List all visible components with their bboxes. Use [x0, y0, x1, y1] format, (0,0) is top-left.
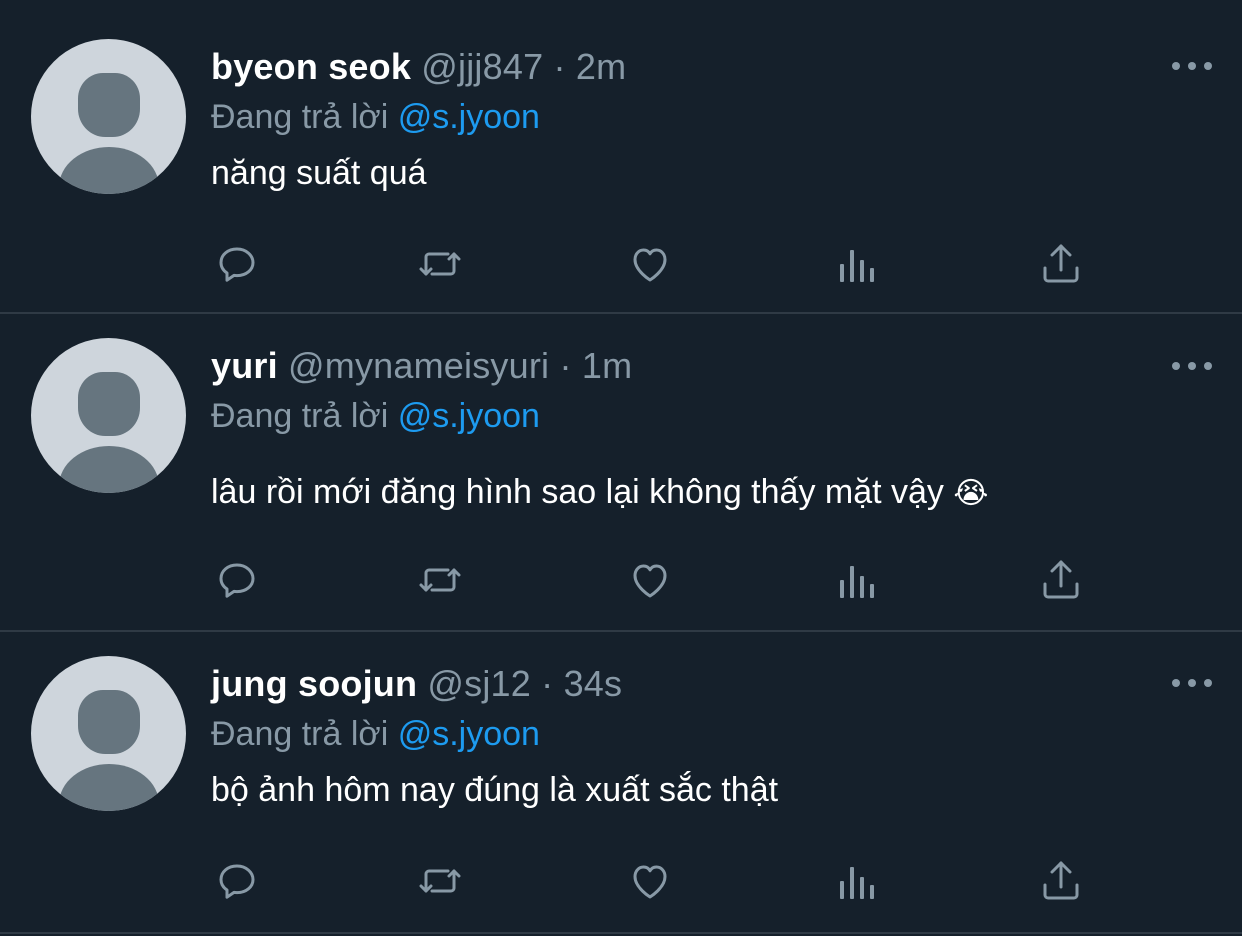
- timestamp[interactable]: 1m: [582, 345, 632, 386]
- comment-bubble-icon: [219, 563, 255, 598]
- default-avatar-icon[interactable]: [31, 39, 186, 194]
- share-button[interactable]: [1035, 555, 1087, 605]
- tweet-text: năng suất quá: [211, 154, 427, 192]
- author-name[interactable]: jung soojun: [211, 663, 417, 704]
- share-button[interactable]: [1035, 856, 1087, 906]
- retweet-button[interactable]: [414, 555, 466, 605]
- heart-icon: [633, 564, 667, 598]
- analytics-bars-icon: [840, 250, 874, 282]
- share-upload-icon: [1043, 560, 1079, 599]
- action-bar: [211, 239, 1111, 289]
- retweet-button[interactable]: [414, 239, 466, 289]
- reply-mention-link[interactable]: @s.jyoon: [398, 715, 540, 753]
- default-avatar-icon[interactable]: [31, 656, 186, 811]
- default-avatar-icon[interactable]: [31, 338, 186, 493]
- author-handle[interactable]: @sj12: [427, 663, 531, 704]
- analytics-bars-icon: [840, 867, 874, 899]
- like-button[interactable]: [624, 555, 676, 605]
- tweet-header: jung soojun @sj12 · 34s: [211, 662, 1202, 706]
- separator-dot: ·: [553, 46, 566, 87]
- views-button[interactable]: [830, 856, 882, 906]
- share-upload-icon: [1043, 861, 1079, 900]
- tweet-text: bộ ảnh hôm nay đúng là xuất sắc thật: [211, 771, 779, 809]
- views-button[interactable]: [830, 239, 882, 289]
- author-handle[interactable]: @mynameisyuri: [288, 345, 549, 386]
- share-button[interactable]: [1035, 239, 1087, 289]
- reply-feed: byeon seok @jjj847 · 2m Đang trả lời @s.…: [0, 0, 1242, 936]
- tweet-item[interactable]: jung soojun @sj12 · 34s Đang trả lời @s.…: [0, 632, 1242, 934]
- reply-button[interactable]: [211, 555, 263, 605]
- comment-bubble-icon: [219, 864, 255, 899]
- timestamp[interactable]: 2m: [576, 46, 626, 87]
- tweet-item[interactable]: yuri @mynameisyuri · 1m Đang trả lời @s.…: [0, 314, 1242, 632]
- author-name[interactable]: byeon seok: [211, 46, 411, 87]
- heart-icon: [633, 248, 667, 282]
- comment-bubble-icon: [219, 247, 255, 282]
- tweet-header: yuri @mynameisyuri · 1m: [211, 344, 1202, 388]
- tweet-text: lâu rồi mới đăng hình sao lại không thấy…: [211, 470, 1202, 516]
- crying-face-emoji: 😭: [953, 476, 989, 511]
- reply-context: Đang trả lời @s.jyoon: [211, 95, 1202, 139]
- retweet-icon: [419, 568, 461, 592]
- retweet-button[interactable]: [414, 856, 466, 906]
- reply-button[interactable]: [211, 239, 263, 289]
- retweet-icon: [419, 252, 461, 276]
- reply-prefix: Đang trả lời: [211, 98, 389, 136]
- action-bar: [211, 856, 1111, 906]
- like-button[interactable]: [624, 856, 676, 906]
- author-handle[interactable]: @jjj847: [421, 46, 543, 87]
- reply-button[interactable]: [211, 856, 263, 906]
- action-bar: [211, 555, 1111, 605]
- author-name[interactable]: yuri: [211, 345, 278, 386]
- share-upload-icon: [1043, 244, 1079, 283]
- analytics-bars-icon: [840, 566, 874, 598]
- tweet-header: byeon seok @jjj847 · 2m: [211, 45, 1202, 89]
- reply-mention-link[interactable]: @s.jyoon: [398, 397, 540, 435]
- separator-dot: ·: [541, 663, 554, 704]
- tweet-item[interactable]: byeon seok @jjj847 · 2m Đang trả lời @s.…: [0, 0, 1242, 314]
- retweet-icon: [419, 869, 461, 893]
- reply-mention-link[interactable]: @s.jyoon: [398, 98, 540, 136]
- views-button[interactable]: [830, 555, 882, 605]
- reply-context: Đang trả lời @s.jyoon: [211, 712, 1202, 756]
- reply-prefix: Đang trả lời: [211, 715, 389, 753]
- timestamp[interactable]: 34s: [564, 663, 623, 704]
- separator-dot: ·: [559, 345, 572, 386]
- reply-prefix: Đang trả lời: [211, 397, 389, 435]
- reply-context: Đang trả lời @s.jyoon: [211, 394, 1202, 438]
- heart-icon: [633, 865, 667, 899]
- like-button[interactable]: [624, 239, 676, 289]
- tweet-text-body: lâu rồi mới đăng hình sao lại không thấy…: [211, 473, 944, 511]
